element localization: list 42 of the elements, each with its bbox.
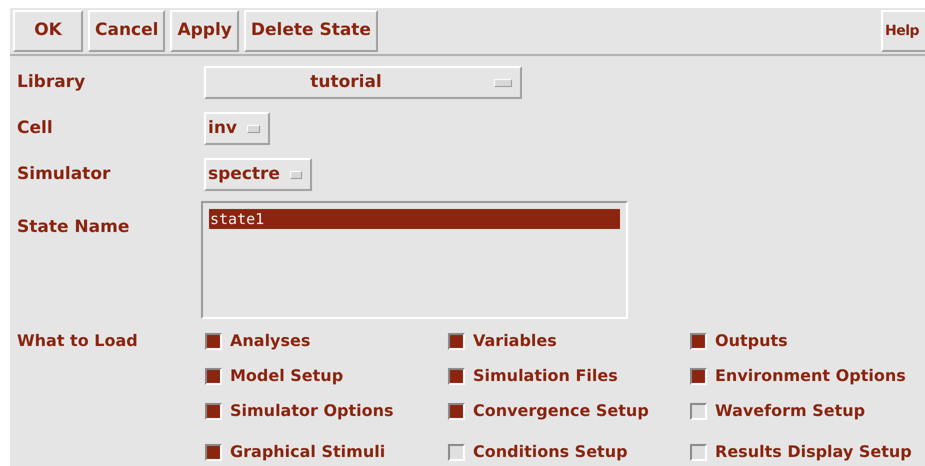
toolbar-button[interactable]: Cancel [88,10,166,52]
checkbox[interactable] [690,332,707,350]
state-list[interactable]: state1 [201,201,628,319]
checkbox-option[interactable]: Environment Options [690,364,920,388]
checkbox-option[interactable]: Simulation Files [448,364,690,388]
checkbox[interactable] [205,402,222,420]
checkbox[interactable] [448,402,465,420]
dropdown[interactable]: inv [204,112,270,145]
checkbox-option[interactable]: Convergence Setup [448,399,690,423]
checkbox-option[interactable]: Outputs [690,329,920,353]
dropdown[interactable]: tutorial [204,66,522,99]
checkbox[interactable] [690,368,707,384]
checkbox-option[interactable]: Results Display Setup [690,440,920,464]
checkbox-option[interactable]: Simulator Options [205,399,448,423]
dropdown-indicator-icon [290,170,302,178]
field-label: Simulator [17,162,112,186]
dropdown-indicator-icon [247,124,260,132]
section-label: What to Load [17,330,139,352]
checkbox[interactable] [205,332,222,350]
checkbox[interactable] [448,444,465,460]
checkbox-option[interactable]: Conditions Setup [448,440,690,464]
checkbox-option[interactable]: Analyses [205,329,448,353]
dropdown[interactable]: spectre [204,158,312,191]
field-label: Library [17,70,86,94]
toolbar-button[interactable]: Apply [170,10,239,52]
list-item[interactable]: state1 [209,209,620,229]
checkbox-option[interactable]: Model Setup [205,364,448,388]
checkbox-option[interactable]: Waveform Setup [690,399,920,423]
checkbox[interactable] [690,402,707,420]
checkbox[interactable] [448,368,465,384]
help-button[interactable]: Help [881,10,925,52]
checkbox[interactable] [690,444,707,460]
field-label: Cell [17,116,54,140]
checkbox-option[interactable]: Variables [448,329,690,353]
checkbox[interactable] [448,332,465,350]
dropdown-indicator-icon [494,78,512,86]
toolbar-button[interactable]: OK [13,10,83,52]
checkbox[interactable] [205,444,222,460]
toolbar-button[interactable]: Delete State [244,10,378,52]
field-label: State Name [17,216,130,239]
checkbox[interactable] [205,368,222,384]
checkbox-option[interactable]: Graphical Stimuli [205,440,448,464]
